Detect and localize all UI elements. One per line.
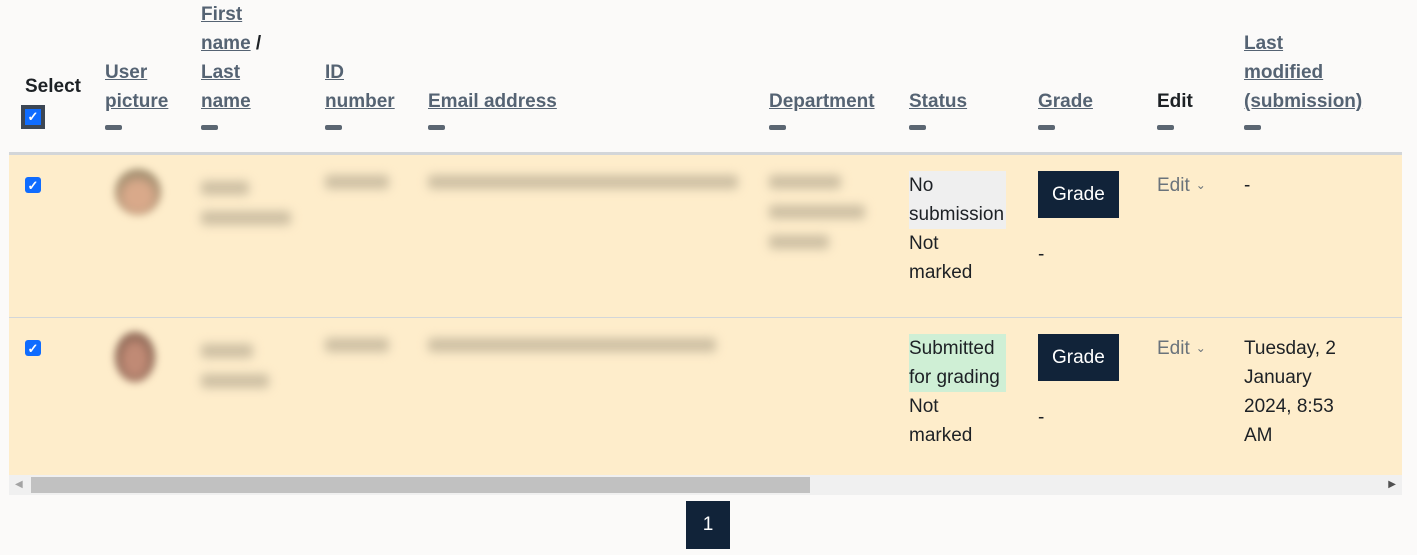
scroll-right-arrow-icon[interactable]: ▶ (1388, 479, 1396, 490)
sort-status-link[interactable]: Status (909, 91, 967, 112)
user-name-blurred (201, 211, 291, 225)
last-modified: - (1244, 175, 1251, 196)
sort-grade-link[interactable]: Grade (1038, 91, 1093, 112)
header-edit-label: Edit (1157, 91, 1193, 112)
chevron-down-icon: ⌄ (1195, 178, 1206, 192)
marking-status: Not marked (909, 396, 973, 446)
header-department: Department (769, 0, 909, 154)
user-name-blurred[interactable] (201, 344, 253, 358)
department-blurred (769, 205, 865, 219)
name-separator: / (255, 33, 262, 54)
pagination-page-current[interactable]: 1 (686, 501, 730, 549)
last-modified: Tuesday, 2 January 2024, 8:53 AM (1244, 338, 1336, 446)
sort-last-modified-link[interactable]: Last modified (submission) (1244, 33, 1362, 112)
scroll-left-arrow-icon[interactable]: ◀ (15, 479, 23, 490)
scrollbar-thumb[interactable] (31, 477, 810, 493)
collapse-column-icon[interactable] (1244, 125, 1261, 130)
grade-button[interactable]: Grade (1038, 334, 1119, 381)
row-select-checkbox[interactable]: ✓ (25, 340, 41, 356)
header-status: Status (909, 0, 1038, 154)
department-blurred (769, 235, 829, 249)
sort-last-name-link[interactable]: Last name (201, 62, 251, 112)
collapse-column-icon[interactable] (1038, 125, 1055, 130)
sort-email-link[interactable]: Email address (428, 91, 557, 112)
check-icon: ✓ (27, 340, 39, 356)
avatar (115, 169, 161, 215)
collapse-column-icon[interactable] (325, 125, 342, 130)
sort-first-name-link[interactable]: First name (201, 4, 251, 54)
grade-value: - (1038, 407, 1045, 428)
chevron-down-icon: ⌄ (1195, 341, 1206, 355)
department-blurred (769, 175, 841, 189)
collapse-column-icon[interactable] (105, 125, 122, 130)
user-name-blurred (201, 374, 269, 388)
edit-menu[interactable]: Edit ⌄ (1157, 171, 1206, 200)
header-grade: Grade (1038, 0, 1157, 154)
header-edit: Edit (1157, 0, 1244, 154)
header-id-number: ID number (325, 0, 428, 154)
header-email: Email address (428, 0, 769, 154)
collapse-column-icon[interactable] (1157, 125, 1174, 130)
header-user-picture: User picture (105, 0, 201, 154)
marking-status: Not marked (909, 233, 973, 283)
check-icon: ✓ (25, 108, 41, 125)
sort-department-link[interactable]: Department (769, 91, 875, 112)
header-select: Select ✓ (9, 0, 105, 154)
grading-table: Select ✓ User picture First name / Last nam… (9, 0, 1402, 482)
grading-table-container: Select ✓ User picture First name / Last nam… (9, 0, 1402, 482)
table-row: ✓ Submitted for grading Not marked Grade -… (9, 317, 1402, 482)
avatar (115, 332, 155, 382)
select-all-checkbox[interactable]: ✓ (21, 104, 45, 129)
row-select-checkbox[interactable]: ✓ (25, 177, 41, 193)
email-blurred (428, 175, 738, 189)
id-number-blurred (325, 338, 389, 352)
sort-user-picture-link[interactable]: User picture (105, 62, 168, 112)
grade-button[interactable]: Grade (1038, 171, 1119, 218)
edit-menu[interactable]: Edit ⌄ (1157, 334, 1206, 363)
check-icon: ✓ (27, 177, 39, 193)
email-blurred (428, 338, 716, 352)
table-header-row: Select ✓ User picture First name / Last nam… (9, 0, 1402, 154)
header-name: First name / Last name (201, 0, 325, 154)
table-row: ✓ No submission Not marked Grade - Edit ⌄ - (9, 153, 1402, 318)
id-number-blurred (325, 175, 389, 189)
user-name-blurred[interactable] (201, 181, 249, 195)
header-select-label: Select (25, 76, 81, 97)
horizontal-scrollbar[interactable]: ◀ ▶ (9, 475, 1402, 495)
header-last-modified: Last modified (submission) (1244, 0, 1402, 154)
collapse-column-icon[interactable] (909, 125, 926, 130)
status-badge: Submitted for grading (909, 334, 1006, 392)
collapse-column-icon[interactable] (201, 125, 218, 130)
collapse-column-icon[interactable] (428, 125, 445, 130)
sort-id-number-link[interactable]: ID number (325, 62, 395, 112)
grade-value: - (1038, 244, 1045, 265)
collapse-column-icon[interactable] (769, 125, 786, 130)
status-badge: No submission (909, 171, 1006, 229)
